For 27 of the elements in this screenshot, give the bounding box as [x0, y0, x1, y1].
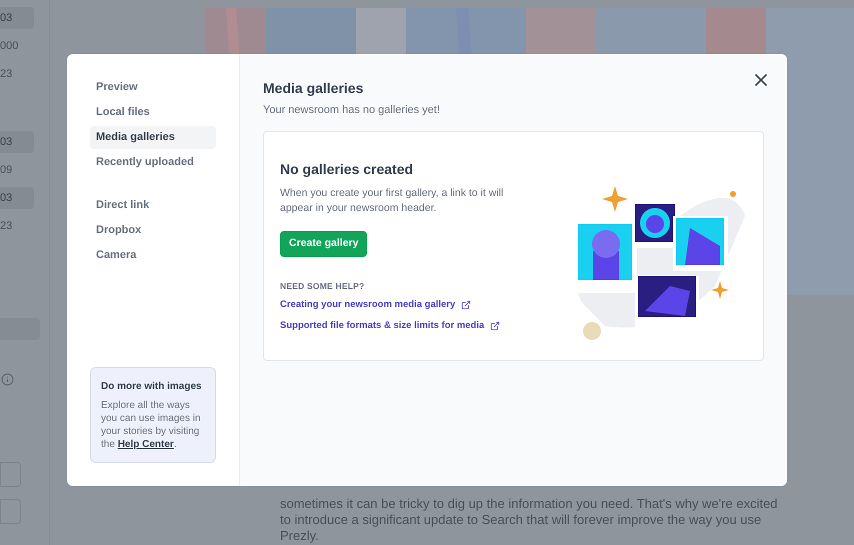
value-label: 03	[0, 131, 34, 153]
help-center-link[interactable]: Help Center	[118, 439, 174, 450]
promo-title: Do more with images	[101, 380, 203, 394]
dialog-subtitle: Your newsroom has no galleries yet!	[263, 103, 441, 118]
create-gallery-button[interactable]: Create gallery	[280, 230, 368, 256]
article-text: Prezly.	[280, 528, 320, 544]
nav-item[interactable]: Dropbox	[90, 219, 216, 242]
external-link-icon	[461, 300, 472, 310]
value-label: 03	[0, 187, 34, 209]
nav-item[interactable]: Local files	[90, 101, 216, 124]
info-icon	[1, 373, 14, 386]
value-label: 03	[0, 7, 34, 29]
help-heading: NEED SOME HELP?	[280, 280, 366, 292]
nav-item[interactable]: Preview	[90, 76, 216, 99]
article-text: sometimes it can be tricky to dig up the information you need. That's why we're excited	[280, 496, 779, 512]
article-text: to introduce a significant update to Search that will forever improve the way you use	[280, 512, 762, 528]
promo-text: Explore all the ways you can use images in your stories by visiting the Help Center.	[101, 399, 202, 451]
nav-item[interactable]: Direct link	[90, 194, 216, 217]
nav-item[interactable]: Camera	[90, 244, 216, 267]
empty-state-text: When you create your first gallery, a link to it will appear in your newsroom header.	[280, 186, 504, 216]
nav-item[interactable]: Media galleries	[90, 126, 216, 149]
nav-item[interactable]: Recently uploaded	[90, 151, 216, 174]
help-link[interactable]: Supported file formats & size limits for media	[280, 318, 520, 333]
empty-state-title: No galleries created	[280, 160, 414, 179]
help-link[interactable]: Creating your newsroom media gallery	[280, 298, 520, 312]
external-link-icon	[490, 320, 500, 331]
dialog-title: Media galleries	[263, 80, 364, 96]
